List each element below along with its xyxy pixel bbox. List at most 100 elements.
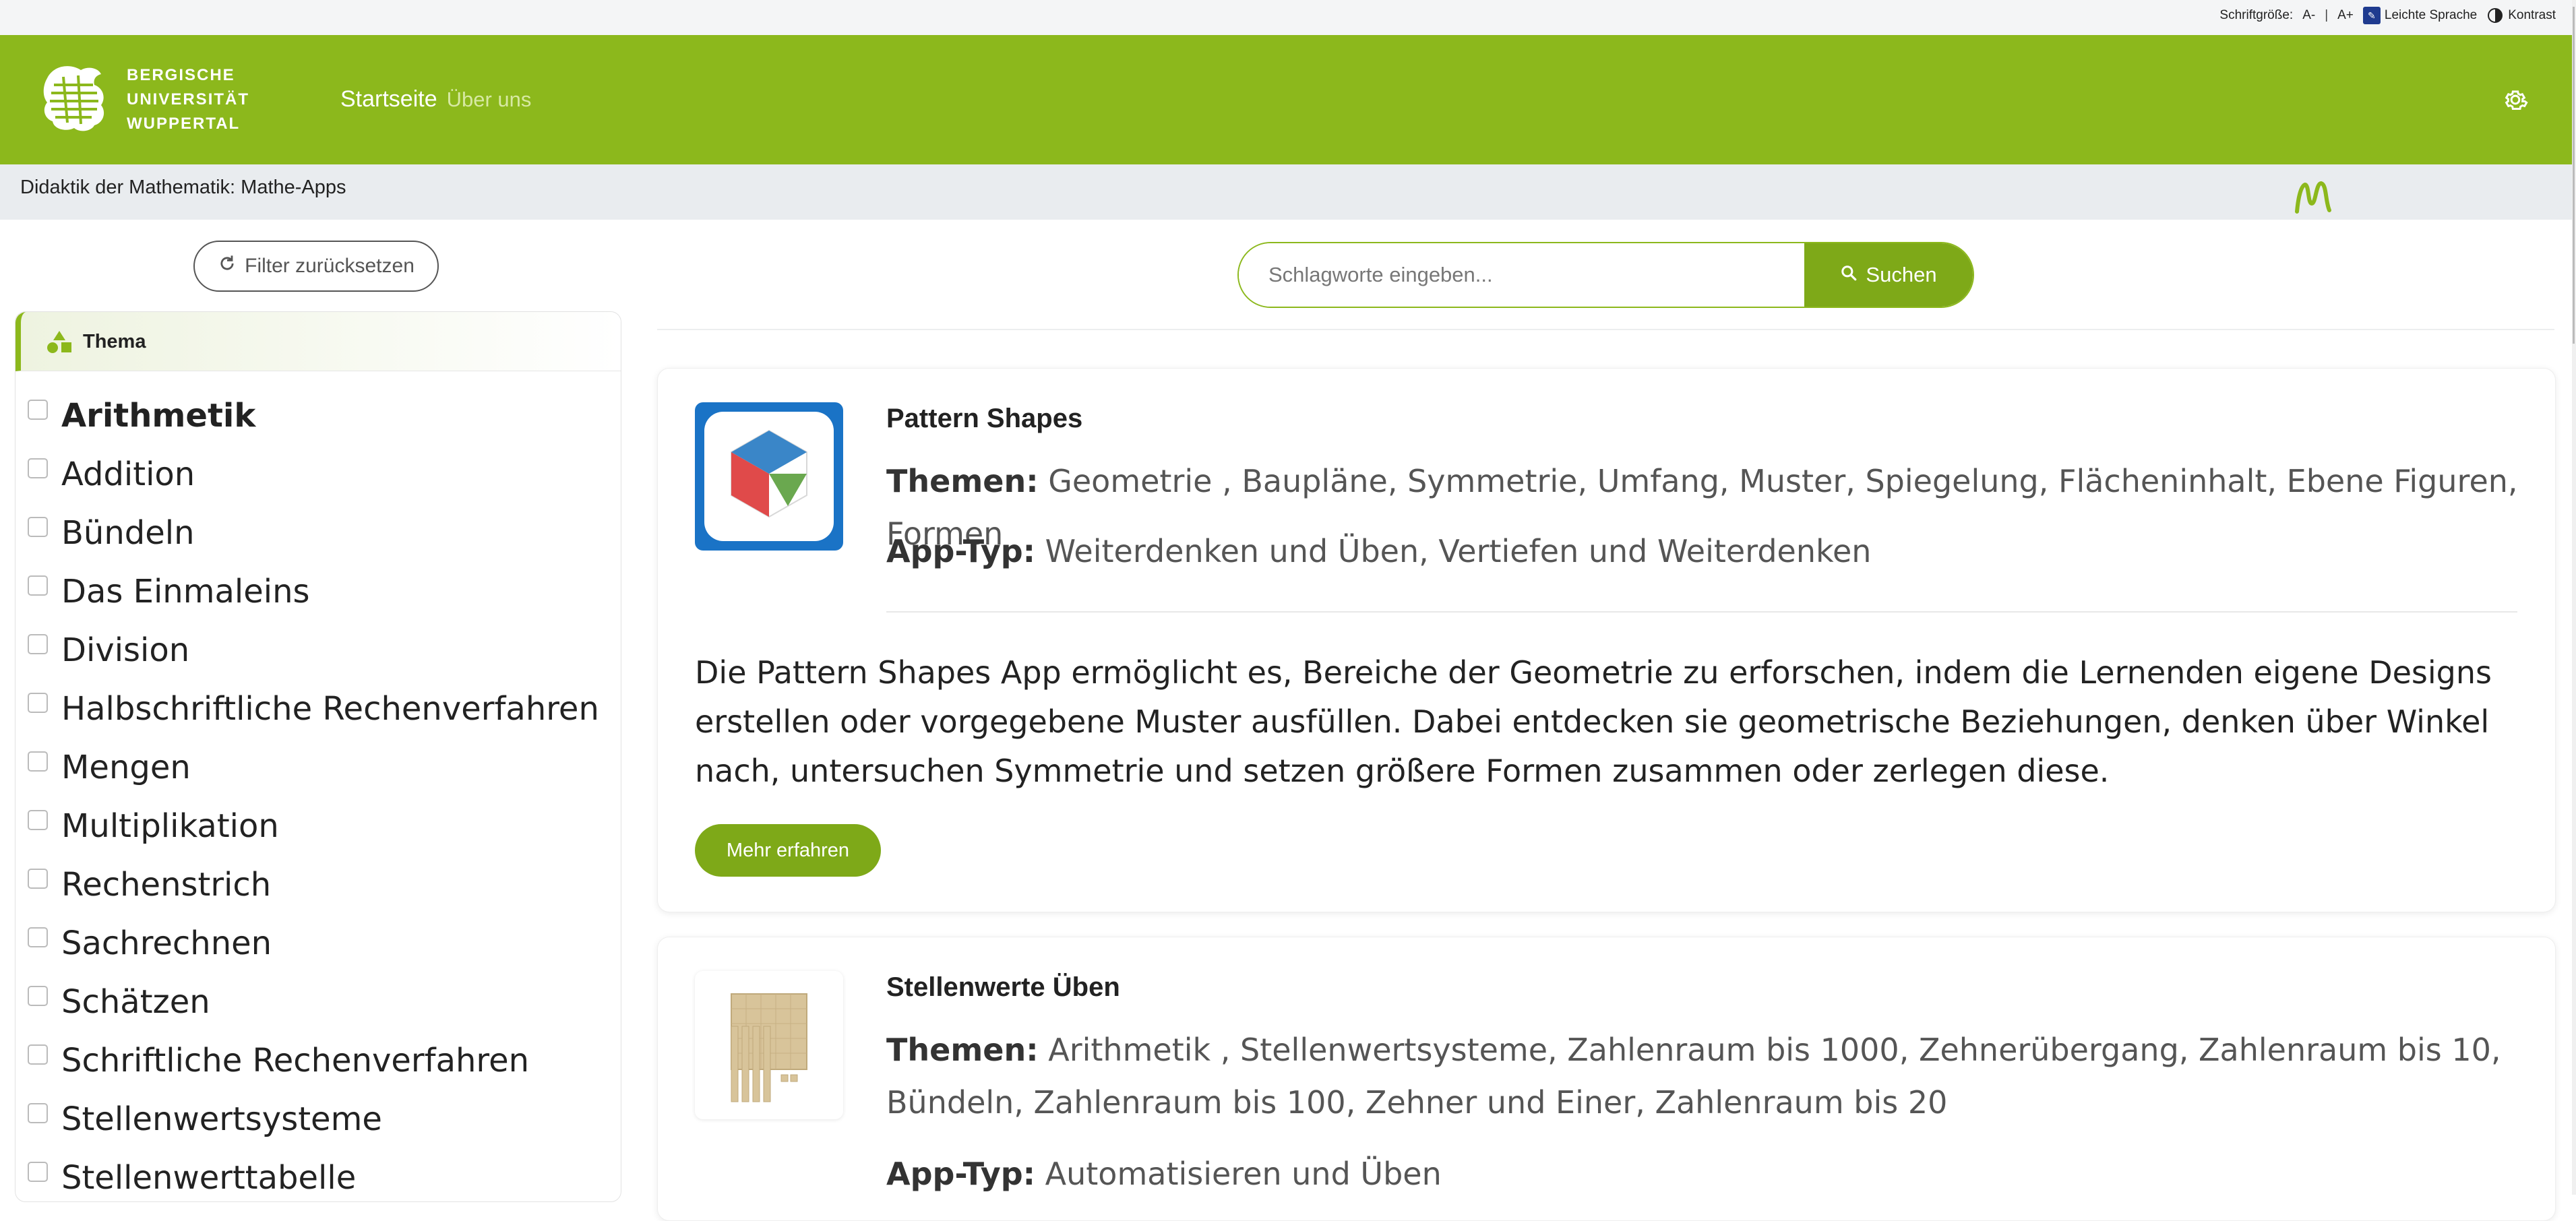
contrast-toggle[interactable]: Kontrast (2486, 7, 2556, 24)
reset-filter-button[interactable]: Filter zurücksetzen (193, 241, 439, 292)
nav-startseite[interactable]: Startseite (340, 86, 437, 113)
filter-item[interactable]: Addition (28, 445, 599, 503)
logo-line: WUPPERTAL (127, 114, 241, 133)
filter-checkbox[interactable] (28, 633, 48, 654)
university-logo[interactable]: BERGISCHE UNIVERSITÄT WUPPERTAL (34, 58, 249, 141)
logo-line: UNIVERSITÄT (127, 90, 250, 108)
filter-label: Bündeln (61, 513, 195, 552)
app-type: App-Typ: Weiterdenken und Üben, Vertiefe… (886, 525, 2531, 577)
filter-checkbox[interactable] (28, 399, 48, 420)
topic-filter-list: Arithmetik Addition Bündeln Das Einmalei… (28, 386, 599, 1207)
filter-item[interactable]: Mengen (28, 738, 599, 796)
easy-language-link[interactable]: ✎ Leichte Sprache (2362, 7, 2478, 24)
contrast-label: Kontrast (2508, 8, 2556, 22)
topic-filter-title: Thema (83, 331, 146, 352)
filter-item[interactable]: Das Einmaleins (28, 562, 599, 621)
app-type-value: Weiterdenken und Üben, Vertiefen und Wei… (1045, 533, 1872, 569)
filter-checkbox[interactable] (28, 809, 48, 830)
filter-item[interactable]: Schriftliche Rechenverfahren (28, 1031, 599, 1090)
breadcrumb-band: Didaktik der Mathematik: Mathe-Apps (0, 164, 2576, 220)
filter-item[interactable]: Stellenwertsysteme (28, 1090, 599, 1148)
filter-item[interactable]: Rechenstrich (28, 855, 599, 914)
filter-label: Arithmetik (61, 396, 256, 435)
topics-value: Arithmetik , Stellenwertsysteme, Zahlenr… (886, 1032, 2501, 1121)
utility-items: Schriftgröße: A- | A+ ✎ Leichte Sprache … (2219, 0, 2556, 31)
app-topics: Themen: Arithmetik , Stellenwertsysteme,… (886, 1024, 2531, 1129)
more-info-button[interactable]: Mehr erfahren (695, 824, 881, 877)
font-decrease-button[interactable]: A- (2302, 8, 2315, 23)
app-description: Die Pattern Shapes App ermöglicht es, Be… (695, 654, 2492, 789)
app-card: Stellenwerte Üben Themen: Arithmetik , S… (657, 937, 2556, 1221)
gear-icon[interactable] (2502, 86, 2529, 113)
filter-checkbox[interactable] (28, 868, 48, 889)
stellenwerte-app-icon[interactable] (695, 971, 843, 1119)
filter-label: Addition (61, 455, 195, 493)
math-logo-icon (2292, 177, 2333, 222)
filter-checkbox[interactable] (28, 1161, 48, 1182)
filter-item[interactable]: Stellenwerttabelle (28, 1148, 599, 1207)
filter-label: Halbschriftliche Rechenverfahren (61, 689, 599, 728)
filter-label: Stellenwerttabelle (61, 1158, 357, 1197)
topics-label: Themen: (886, 463, 1039, 499)
university-name: BERGISCHE UNIVERSITÄT WUPPERTAL (127, 63, 249, 136)
filter-checkbox[interactable] (28, 692, 48, 713)
filter-label: Schriftliche Rechenverfahren (61, 1041, 530, 1079)
search-button-label: Suchen (1866, 263, 1937, 286)
app-type-value: Automatisieren und Üben (1045, 1156, 1442, 1192)
main-nav: Startseite Über uns (340, 86, 531, 113)
search-divider (657, 329, 2554, 330)
app-card: Pattern Shapes Themen: Geometrie , Baupl… (657, 368, 2556, 912)
easy-language-icon: ✎ (2362, 7, 2381, 24)
filter-checkbox[interactable] (28, 458, 48, 478)
pattern-shapes-app-icon[interactable] (695, 402, 843, 551)
filter-label: Multiplikation (61, 807, 279, 845)
filter-label: Schätzen (61, 982, 210, 1021)
filter-item[interactable]: Multiplikation (28, 796, 599, 855)
topic-filter-header[interactable]: Thema (16, 312, 621, 371)
filter-checkbox[interactable] (28, 516, 48, 537)
filter-checkbox[interactable] (28, 751, 48, 772)
app-type: App-Typ: Automatisieren und Üben (886, 1148, 2531, 1200)
logo-line: BERGISCHE (127, 65, 235, 84)
app-title[interactable]: Stellenwerte Üben (886, 972, 1120, 1003)
search-bar: Suchen (1237, 242, 1974, 308)
app-title[interactable]: Pattern Shapes (886, 404, 1082, 434)
filter-item[interactable]: Sachrechnen (28, 914, 599, 972)
contrast-icon (2486, 7, 2504, 24)
search-button[interactable]: Suchen (1804, 243, 1973, 307)
card-divider (886, 611, 2517, 613)
filter-label: Division (61, 631, 190, 669)
filter-checkbox[interactable] (28, 985, 48, 1006)
page-scrollbar[interactable] (2572, 0, 2576, 1195)
filter-label: Rechenstrich (61, 865, 272, 904)
filter-item[interactable]: Bündeln (28, 503, 599, 562)
filter-item[interactable]: Division (28, 621, 599, 679)
topic-filter-panel: Thema Arithmetik Addition Bündeln Das Ei… (15, 311, 621, 1202)
search-icon (1840, 263, 1858, 287)
filter-item[interactable]: Halbschriftliche Rechenverfahren (28, 679, 599, 738)
filter-checkbox[interactable] (28, 1102, 48, 1123)
scrollbar-thumb[interactable] (2573, 7, 2575, 344)
filter-label: Mengen (61, 748, 191, 786)
search-input[interactable] (1239, 243, 1804, 307)
utility-separator: | (2325, 8, 2329, 22)
filter-item[interactable]: Arithmetik (28, 386, 599, 445)
breadcrumb: Didaktik der Mathematik: Mathe-Apps (20, 177, 346, 198)
shapes-icon (47, 330, 72, 357)
refresh-icon (218, 254, 237, 278)
filter-checkbox[interactable] (28, 927, 48, 947)
lion-emblem-icon (34, 58, 113, 141)
topics-label: Themen: (886, 1032, 1039, 1068)
easy-language-label: Leichte Sprache (2384, 8, 2478, 22)
filter-label: Sachrechnen (61, 924, 272, 962)
filter-checkbox[interactable] (28, 575, 48, 596)
font-increase-button[interactable]: A+ (2337, 8, 2354, 23)
filter-checkbox[interactable] (28, 1044, 48, 1065)
font-size-label: Schriftgröße: (2219, 8, 2294, 22)
nav-ueber-uns[interactable]: Über uns (447, 88, 532, 112)
reset-filter-label: Filter zurücksetzen (245, 255, 415, 277)
filter-item[interactable]: Schätzen (28, 972, 599, 1031)
filter-label: Stellenwertsysteme (61, 1100, 382, 1138)
app-type-label: App-Typ: (886, 533, 1036, 569)
utility-bar: Schriftgröße: A- | A+ ✎ Leichte Sprache … (0, 0, 2576, 35)
